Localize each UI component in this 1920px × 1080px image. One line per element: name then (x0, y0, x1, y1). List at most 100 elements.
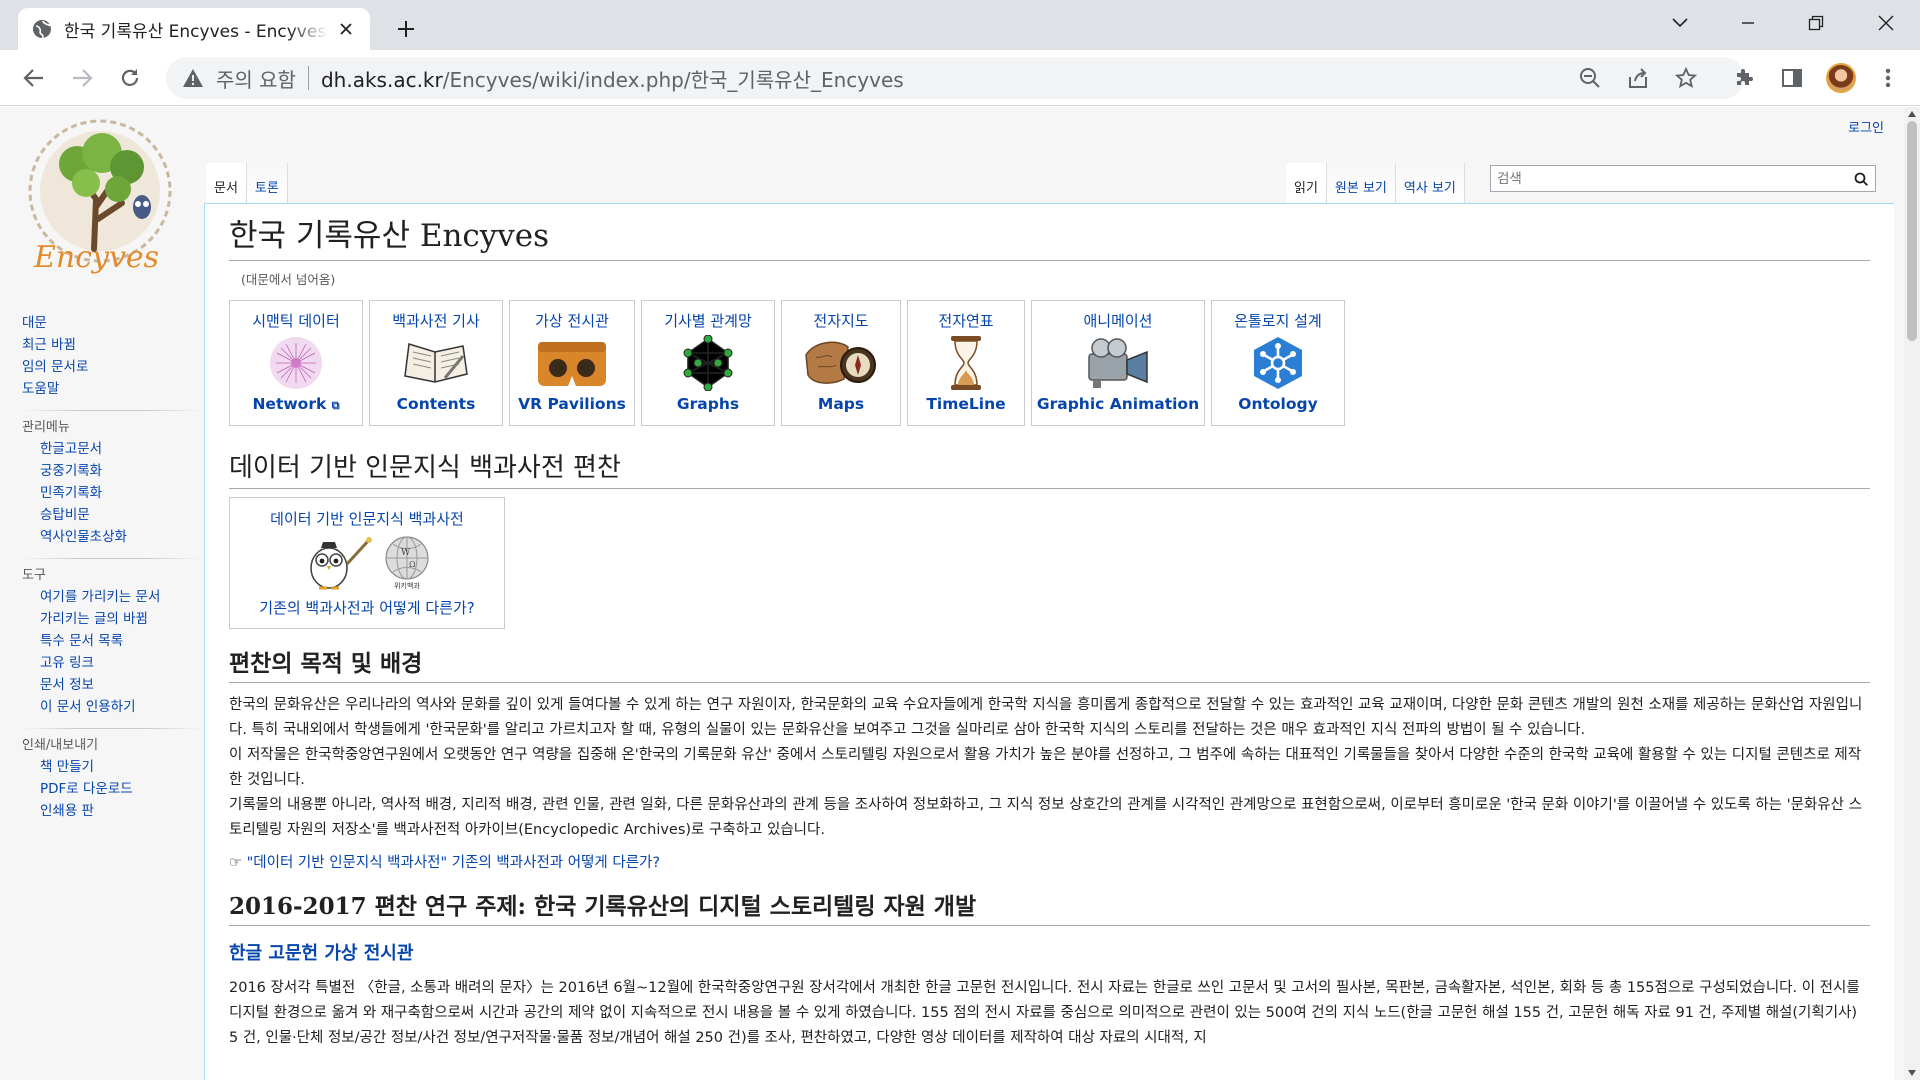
page-scrollbar[interactable] (1904, 107, 1920, 1080)
section-heading-research-topic: 2016-2017 편찬 연구 주제: 한국 기록유산의 디지털 스토리텔링 자… (229, 892, 1870, 926)
web-page: Encyves 로그인 문서 토론 읽기 원본 보기 역사 보기 대문 최근 바… (0, 107, 1904, 1080)
graph-icon (680, 334, 736, 392)
feature-ontology-label: 온톨로지 설계 (1234, 312, 1322, 330)
feature-ontology-caption: Ontology (1238, 395, 1318, 413)
encyves-logo[interactable]: Encyves (22, 119, 180, 281)
camera-icon (1085, 334, 1151, 392)
compare-link[interactable]: "데이터 기반 인문지식 백과사전" 기존의 백과사전과 어떻게 다른가? (247, 855, 660, 871)
content-area: 한국 기록유산 Encyves (대문에서 넘어옴) 시맨틱 데이터 Netwo… (204, 203, 1894, 1080)
sidebar-item-recent-changes[interactable]: 최근 바뀜 (22, 334, 202, 356)
sidebar-item-random-page[interactable]: 임의 문서로 (22, 356, 202, 378)
sidebar-item-download-pdf[interactable]: PDF로 다운로드 (22, 778, 202, 800)
feature-network[interactable]: 시맨틱 데이터 Network ⧉ (229, 300, 363, 426)
portal-admin: 한글고문서 궁중기록화 민족기록화 승탑비문 역사인물초상화 (22, 438, 202, 548)
section-heading-encyclopedia: 데이터 기반 인문지식 백과사전 편찬 (229, 452, 1870, 489)
portal-heading-tools: 도구 (22, 558, 202, 586)
sidebar-item-stupa-inscriptions[interactable]: 승탑비문 (22, 504, 202, 526)
feature-timeline-caption: TimeLine (926, 395, 1006, 413)
sidebar-item-court-paintings[interactable]: 궁중기록화 (22, 460, 202, 482)
feature-ontology[interactable]: 온톨로지 설계 Ontology (1211, 300, 1345, 426)
sidebar-item-related-changes[interactable]: 가리키는 글의 바뀜 (22, 608, 202, 630)
subsection-heading-hangul-pavilion[interactable]: 한글 고문헌 가상 전시관 (229, 942, 1870, 966)
sidebar: 대문 최근 바뀜 임의 문서로 도움말 관리메뉴 한글고문서 궁중기록화 민족기… (22, 312, 202, 822)
extensions-puzzle-icon[interactable] (1732, 66, 1756, 90)
feature-graphs[interactable]: 기사별 관계망 Graphs (641, 300, 775, 426)
tab-article[interactable]: 문서 (206, 163, 247, 203)
compare-box[interactable]: 데이터 기반 인문지식 백과사전 WΩ 위키백과 기존의 백과사전과 어떻게 다… (229, 497, 505, 629)
restore-icon[interactable] (1788, 6, 1844, 40)
feature-animation[interactable]: 애니메이션 Graphic Animation (1031, 300, 1205, 426)
browser-tab[interactable]: 한국 기록유산 Encyves - Encyves (18, 8, 370, 50)
tab-title: 한국 기록유산 Encyves - Encyves (64, 21, 327, 42)
feature-animation-label: 애니메이션 (1083, 312, 1153, 330)
sidebar-item-page-info[interactable]: 문서 정보 (22, 674, 202, 696)
purpose-paragraph-2: 이 저작물은 한국학중앙연구원에서 오랫동안 연구 역량을 집중해 온'한국의 … (229, 747, 1862, 788)
sidebar-item-national-paintings[interactable]: 민족기록화 (22, 482, 202, 504)
portal-tools: 여기를 가리키는 문서 가리키는 글의 바뀜 특수 문서 목록 고유 링크 문서… (22, 586, 202, 718)
tab-talk[interactable]: 토론 (246, 163, 288, 203)
sidebar-item-permanent-link[interactable]: 고유 링크 (22, 652, 202, 674)
feature-vr-label: 가상 전시관 (535, 312, 609, 330)
search-input[interactable] (1497, 170, 1851, 187)
back-arrow-icon[interactable] (16, 60, 52, 96)
login-link[interactable]: 로그인 (1848, 117, 1884, 136)
sidebar-item-hangul-documents[interactable]: 한글고문서 (22, 438, 202, 460)
sidebar-item-cite[interactable]: 이 문서 인용하기 (22, 696, 202, 718)
new-tab-button[interactable] (390, 13, 422, 45)
url-host: dh.aks.ac.kr (320, 67, 443, 92)
zoom-out-icon[interactable] (1578, 66, 1602, 90)
svg-text:W: W (401, 548, 411, 558)
globe-icon (32, 19, 52, 39)
scroll-down-arrow-icon[interactable] (1908, 1070, 1916, 1076)
side-panel-icon[interactable] (1780, 66, 1804, 90)
reload-icon[interactable] (112, 60, 148, 96)
section-heading-purpose: 편찬의 목적 및 배경 (229, 649, 1870, 683)
sidebar-item-create-book[interactable]: 책 만들기 (22, 756, 202, 778)
share-icon[interactable] (1626, 66, 1650, 90)
feature-network-caption: Network ⧉ (252, 395, 340, 413)
feature-contents-label: 백과사전 기사 (392, 312, 480, 330)
warning-icon[interactable] (182, 67, 204, 89)
bookmark-star-icon[interactable] (1674, 66, 1698, 90)
feature-maps[interactable]: 전자지도 Maps (781, 300, 901, 426)
tab-view-history[interactable]: 역사 보기 (1395, 163, 1465, 203)
sidebar-item-printable[interactable]: 인쇄용 판 (22, 800, 202, 822)
sidebar-item-main-page[interactable]: 대문 (22, 312, 202, 334)
feature-graphs-label: 기사별 관계망 (664, 312, 752, 330)
address-bar[interactable]: 주의 요함 dh.aks.ac.kr/Encyves/wiki/index.ph… (166, 57, 1744, 99)
feature-contents[interactable]: 백과사전 기사 Contents (369, 300, 503, 426)
close-window-icon[interactable] (1858, 6, 1914, 40)
svg-text:Ω: Ω (409, 560, 416, 569)
purpose-paragraph-3: 기록물의 내용뿐 아니라, 역사적 배경, 지리적 배경, 관련 인물, 관련 … (229, 797, 1862, 838)
view-tabs: 읽기 원본 보기 역사 보기 (1286, 163, 1465, 203)
forward-arrow-icon[interactable] (64, 60, 100, 96)
redirect-note: (대문에서 넘어옴) (241, 272, 336, 287)
feature-vr-caption: VR Pavilions (518, 395, 626, 413)
tab-search-icon[interactable] (1652, 6, 1708, 40)
wikipedia-caption: 위키백과 (394, 582, 420, 590)
minimize-icon[interactable] (1720, 6, 1776, 40)
scroll-up-arrow-icon[interactable] (1908, 111, 1916, 117)
feature-timeline[interactable]: 전자연표 TimeLine (907, 300, 1025, 426)
tab-read[interactable]: 읽기 (1286, 163, 1327, 203)
sidebar-navigation: 대문 최근 바뀜 임의 문서로 도움말 (22, 312, 202, 400)
search-icon[interactable] (1851, 169, 1871, 189)
sidebar-item-help[interactable]: 도움말 (22, 378, 202, 400)
close-icon[interactable] (334, 17, 358, 41)
kebab-menu-icon[interactable] (1876, 66, 1900, 90)
tab-view-source[interactable]: 원본 보기 (1326, 163, 1396, 203)
hourglass-icon (949, 334, 983, 392)
map-compass-icon (804, 334, 878, 392)
sidebar-item-what-links-here[interactable]: 여기를 가리키는 문서 (22, 586, 202, 608)
book-icon (401, 334, 471, 392)
search-box (1490, 165, 1876, 192)
sidebar-item-historical-portraits[interactable]: 역사인물초상화 (22, 526, 202, 548)
profile-avatar[interactable] (1826, 63, 1856, 93)
pointing-hand-icon: ☞ (229, 855, 242, 871)
feature-timeline-label: 전자연표 (938, 312, 994, 330)
feature-graphs-caption: Graphs (676, 395, 740, 413)
feature-vr[interactable]: 가상 전시관 VR Pavilions (509, 300, 635, 426)
sidebar-item-special-pages[interactable]: 특수 문서 목록 (22, 630, 202, 652)
scrollbar-thumb[interactable] (1907, 121, 1917, 341)
feature-network-label: 시맨틱 데이터 (252, 312, 340, 330)
